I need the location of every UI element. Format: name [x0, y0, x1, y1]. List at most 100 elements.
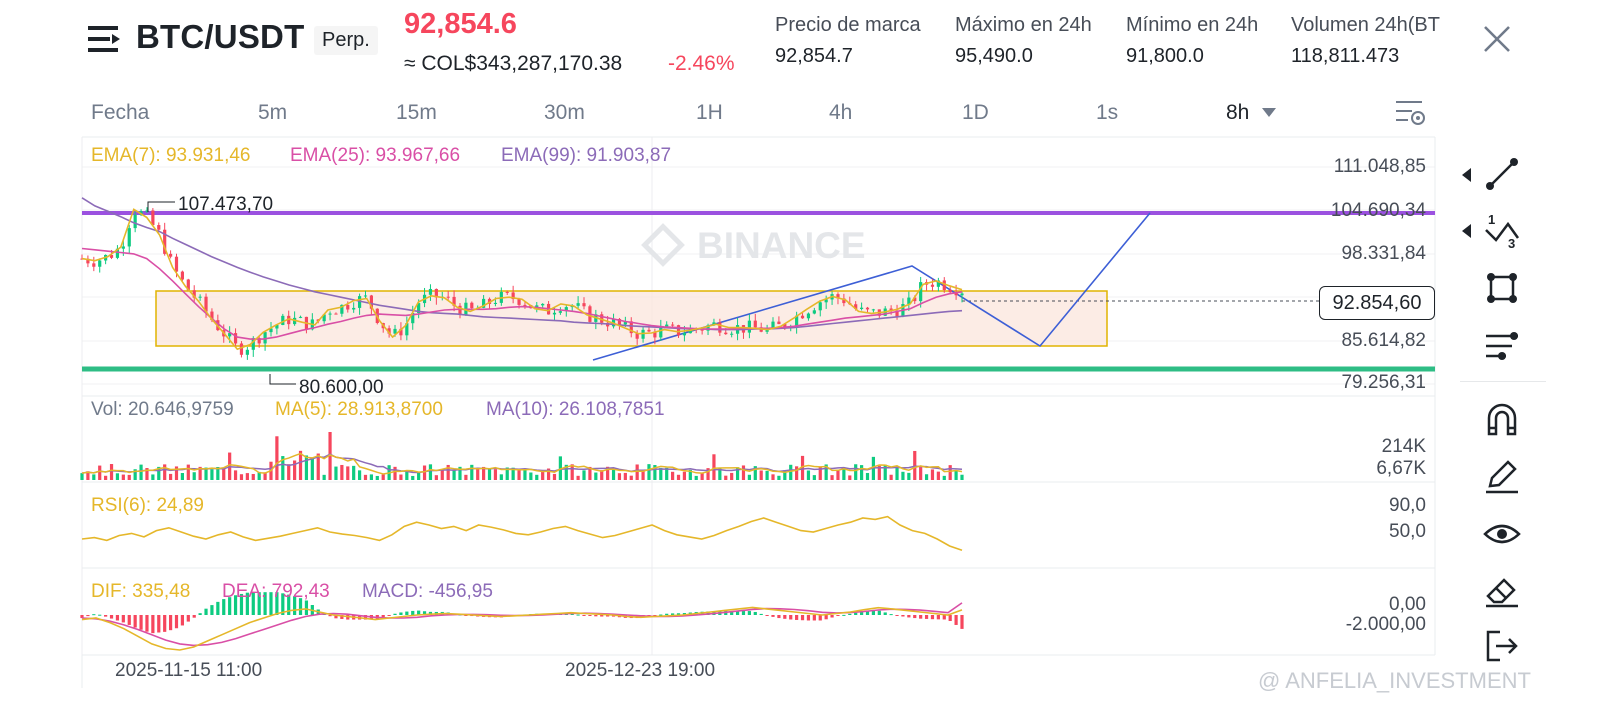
volume-bar	[671, 471, 675, 480]
volume-bar	[346, 466, 350, 480]
volume-axis-tick: 6,67K	[1376, 458, 1426, 479]
volume-bar	[629, 475, 633, 480]
macd-bar	[783, 615, 787, 619]
macd-bar	[960, 615, 964, 629]
volume-bar	[924, 474, 929, 480]
volume-bar	[375, 475, 379, 480]
volume-bar	[393, 466, 397, 480]
volume-bar	[399, 474, 403, 480]
volume-bar	[865, 472, 870, 480]
volume-legend: Vol: 20.646,9759	[91, 399, 234, 420]
parallel-channel-tool-icon[interactable]	[1482, 324, 1522, 364]
volume-bar	[854, 464, 858, 480]
volume-bar	[747, 474, 751, 480]
volume-bar	[759, 470, 763, 480]
volume-bar	[913, 450, 917, 480]
macd-bar	[186, 615, 190, 622]
macd-bar	[399, 612, 403, 615]
volume-bar	[594, 472, 598, 480]
volume-bar	[623, 472, 627, 480]
macd-bar	[594, 615, 598, 617]
macd-axis-tick: 0,00	[1389, 594, 1426, 615]
volume-bar	[848, 475, 852, 480]
exit-icon[interactable]	[1482, 626, 1522, 666]
eraser-icon[interactable]	[1482, 570, 1522, 610]
volume-bar	[517, 469, 521, 480]
date-axis-label: 2025-12-23 19:00	[565, 660, 716, 681]
macd-bar	[889, 614, 893, 616]
volume-bar	[836, 469, 840, 480]
macd-bar	[795, 615, 799, 620]
volume-bar	[411, 475, 415, 480]
volume-bar	[529, 472, 533, 480]
volume-bar	[806, 470, 811, 480]
volume-bar	[523, 469, 527, 480]
volume-bar	[233, 470, 238, 480]
svg-text:3: 3	[1508, 236, 1515, 250]
volume-bar	[812, 475, 816, 480]
trend-line-tool-icon[interactable]	[1482, 154, 1522, 194]
macd-bar	[883, 612, 887, 615]
exchange-watermark-logo-icon	[641, 223, 685, 267]
macd-bar	[747, 611, 751, 615]
expand-arrow-icon[interactable]	[1462, 224, 1471, 238]
macd-bar	[753, 611, 757, 615]
fibonacci-tool-icon[interactable]: 1 3	[1482, 210, 1522, 250]
volume-bar	[180, 473, 185, 480]
macd-bar	[582, 615, 586, 616]
candlestick	[98, 258, 102, 273]
candlestick	[104, 254, 108, 265]
volume-bar	[381, 474, 385, 480]
candlestick	[924, 279, 929, 291]
macd-bar	[741, 611, 746, 615]
macd-bar	[842, 614, 846, 616]
rectangle-tool-icon[interactable]	[1482, 268, 1522, 308]
low-marker-label: 80.600,00	[299, 377, 384, 398]
credit-watermark: @ ANFELIA_INVESTMENT	[1258, 668, 1531, 693]
volume-bar	[682, 471, 687, 480]
volume-bar	[369, 474, 373, 480]
macd-axis-tick: -2.000,00	[1345, 614, 1426, 635]
volume-bar	[712, 454, 716, 480]
volume-bar	[352, 465, 356, 480]
macd-bar	[210, 605, 214, 615]
macd-bar	[765, 615, 769, 616]
volume-bar	[552, 473, 557, 480]
volume-bar	[434, 475, 438, 480]
eye-icon[interactable]	[1482, 514, 1522, 554]
volume-bar	[730, 472, 734, 480]
volume-bar	[98, 465, 102, 480]
price-axis-tick: 79.256,31	[1341, 372, 1426, 393]
volume-bar	[907, 472, 911, 480]
macd-bar	[92, 614, 96, 616]
macd-bar	[771, 615, 775, 617]
rsi-line	[81, 515, 963, 551]
rsi-axis-tick: 90,0	[1389, 495, 1426, 516]
macd-bar	[942, 615, 946, 620]
expand-arrow-icon[interactable]	[1462, 168, 1471, 182]
macd-bar	[954, 615, 958, 625]
macd-bar	[924, 615, 929, 619]
volume-bar	[930, 469, 935, 480]
volume-bar	[889, 474, 893, 480]
macd-bar	[174, 615, 179, 629]
volume-bar	[322, 474, 326, 480]
price-axis-tick: 111.048,85	[1333, 156, 1426, 177]
macd-bar	[204, 608, 208, 615]
candlestick	[127, 224, 131, 254]
macd-bar	[98, 614, 102, 616]
candlestick	[245, 346, 249, 360]
volume-bar	[954, 470, 958, 480]
volume-bar	[428, 464, 433, 480]
volume-bar	[470, 464, 474, 480]
volume-bar	[942, 475, 946, 480]
macd-bar	[121, 615, 125, 623]
volume-bar	[487, 469, 492, 480]
volume-bar	[127, 474, 131, 480]
macd-bar	[104, 615, 108, 617]
volume-bar	[109, 464, 114, 480]
macd-bar	[907, 615, 911, 618]
magnet-icon[interactable]	[1482, 400, 1522, 440]
pencil-icon[interactable]	[1482, 456, 1522, 496]
volume-bar	[452, 469, 456, 480]
